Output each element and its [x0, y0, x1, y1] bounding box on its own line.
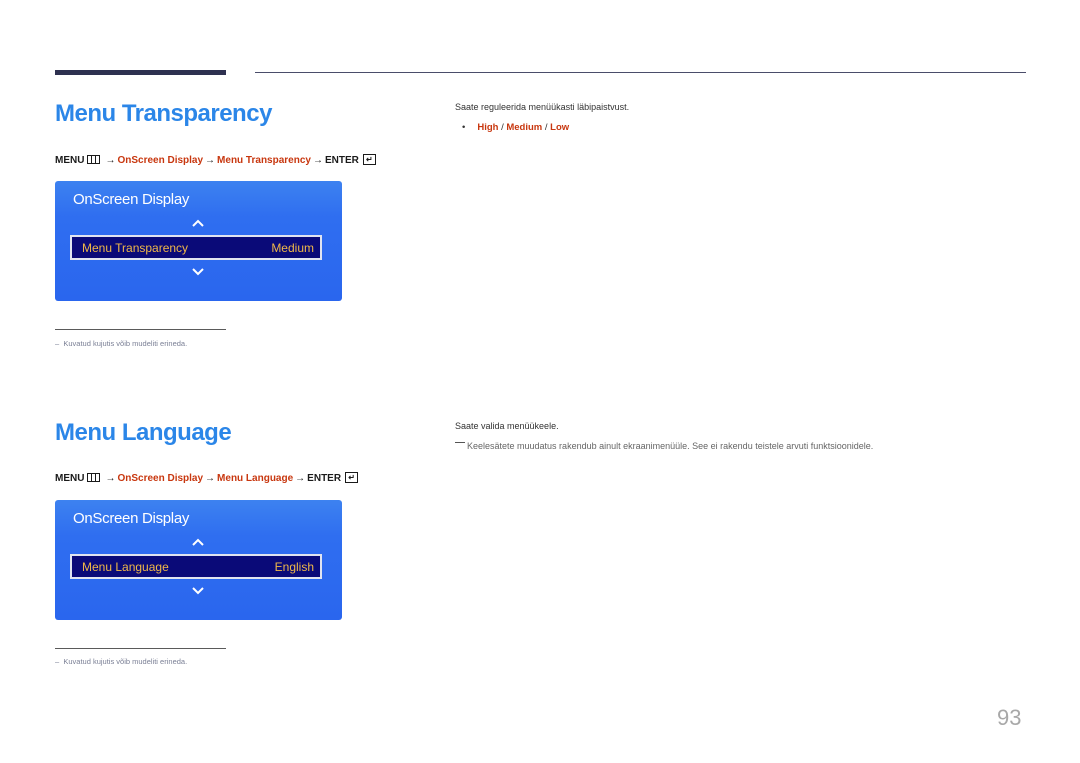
arrow-icon: →	[312, 155, 323, 167]
option-high: High	[477, 122, 499, 133]
osd-title: OnScreen Display	[73, 191, 190, 208]
menu-label: MENU	[55, 155, 85, 167]
description-menu-language: Saate valida menüükeele.	[455, 421, 559, 431]
page-number: 93	[997, 705, 1022, 730]
note-dash: –	[55, 657, 60, 666]
osd-panel-menu-transparency: OnScreen Display Menu Transparency Mediu…	[55, 181, 342, 301]
osd-row-menu-transparency[interactable]: Menu Transparency Medium	[70, 235, 322, 260]
language-note: Keelesätete muudatus rakendub ainult ekr…	[455, 441, 873, 451]
section-title-menu-transparency: Menu Transparency	[55, 100, 272, 127]
enter-label: ENTER	[307, 473, 342, 485]
image-note: – Kuvatud kujutis võib mudeliti erineda.	[55, 657, 187, 666]
chevron-up-icon[interactable]	[191, 216, 205, 230]
enter-icon: ↵	[345, 472, 359, 483]
note-dash-icon	[455, 442, 465, 443]
osd-title: OnScreen Display	[73, 510, 190, 527]
path-step-onscreen-display: OnScreen Display	[117, 155, 204, 167]
path-step-menu-language: Menu Language	[217, 473, 294, 485]
options-list: • High / Medium / Low	[462, 122, 569, 133]
note-rule	[55, 329, 226, 330]
section-title-menu-language: Menu Language	[55, 419, 232, 446]
description-menu-transparency: Saate reguleerida menüükasti läbipaistvu…	[455, 102, 630, 112]
enter-icon: ↵	[362, 154, 376, 165]
arrow-icon: →	[295, 473, 306, 485]
arrow-icon: →	[105, 155, 116, 167]
option-separator: /	[501, 122, 504, 133]
option-separator: /	[544, 122, 548, 133]
option-medium: Medium	[506, 122, 543, 133]
note-text: Kuvatud kujutis võib mudeliti erineda.	[63, 339, 188, 348]
menu-icon	[87, 155, 101, 164]
osd-row-label: Menu Transparency	[82, 241, 189, 255]
chevron-up-icon[interactable]	[191, 535, 205, 549]
bullet-icon: •	[462, 122, 466, 133]
arrow-icon: →	[105, 473, 116, 485]
note-text: Kuvatud kujutis võib mudeliti erineda.	[63, 657, 188, 666]
path-step-menu-transparency: Menu Transparency	[217, 155, 311, 167]
menu-icon	[87, 473, 101, 482]
osd-row-label: Menu Language	[82, 560, 169, 574]
header-rule-thick	[55, 70, 226, 75]
menu-path-menu-transparency: MENU → OnScreen Display → Menu Transparency →…	[55, 154, 376, 167]
menu-path-menu-language: MENU → OnScreen Display → Menu Language → ENTE…	[55, 472, 359, 485]
chevron-down-icon[interactable]	[191, 584, 205, 598]
osd-panel-menu-language: OnScreen Display Menu Language English	[55, 500, 342, 620]
menu-label: MENU	[55, 473, 85, 485]
osd-row-value: Medium	[271, 241, 314, 255]
image-note: – Kuvatud kujutis võib mudeliti erineda.	[55, 339, 187, 348]
arrow-icon: →	[205, 473, 216, 485]
path-step-onscreen-display: OnScreen Display	[117, 473, 204, 485]
osd-row-menu-language[interactable]: Menu Language English	[70, 554, 322, 579]
enter-label: ENTER	[324, 155, 359, 167]
note-rule	[55, 648, 226, 649]
arrow-icon: →	[205, 155, 216, 167]
option-low: Low	[550, 122, 570, 133]
chevron-down-icon[interactable]	[191, 265, 205, 279]
header-rule-thin	[255, 72, 1026, 73]
language-note-text: Keelesätete muudatus rakendub ainult ekr…	[467, 441, 874, 451]
osd-row-value: English	[274, 560, 314, 574]
note-dash: –	[55, 339, 60, 348]
